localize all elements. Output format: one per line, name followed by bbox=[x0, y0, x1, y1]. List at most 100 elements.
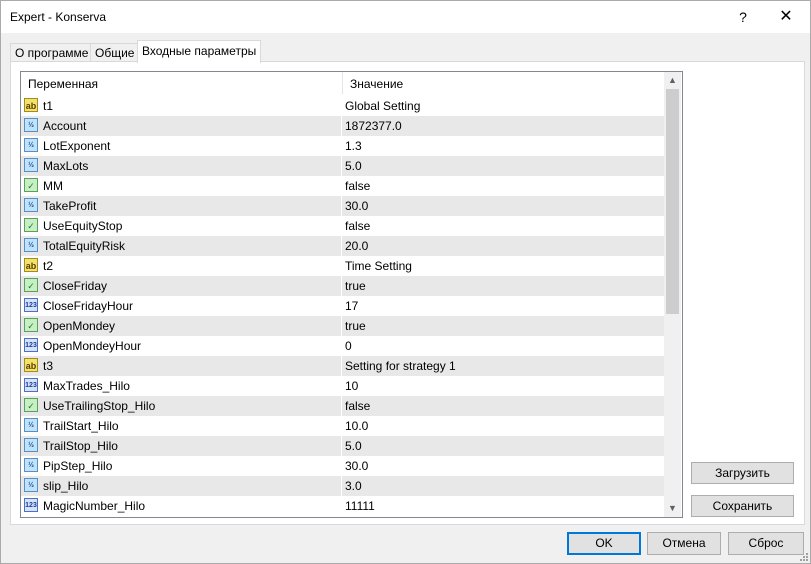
table-row[interactable]: ✓ OpenMondey true bbox=[21, 316, 664, 336]
variable-cell: 123 OpenMondeyHour bbox=[21, 336, 342, 356]
tab-general[interactable]: Общие bbox=[90, 43, 140, 62]
variable-cell: ½ MaxLots bbox=[21, 156, 342, 176]
scroll-thumb[interactable] bbox=[666, 89, 679, 314]
table-row[interactable]: ab t2 Time Setting bbox=[21, 256, 664, 276]
variable-cell: ½ TotalEquityRisk bbox=[21, 236, 342, 256]
value-cell[interactable]: false bbox=[345, 176, 370, 196]
reset-button[interactable]: Сброс bbox=[728, 532, 804, 555]
value-cell[interactable]: Setting for strategy 1 bbox=[345, 356, 456, 376]
scroll-up-arrow-icon[interactable]: ▲ bbox=[664, 72, 681, 89]
cancel-button[interactable]: Отмена bbox=[647, 532, 721, 555]
value-cell[interactable]: 1.3 bbox=[345, 136, 362, 156]
variable-cell: ½ slip_Hilo bbox=[21, 476, 342, 496]
table-row[interactable]: ab t1 Global Setting bbox=[21, 96, 664, 116]
table-row[interactable]: ½ TotalEquityRisk 20.0 bbox=[21, 236, 664, 256]
table-row[interactable]: ½ TrailStop_Hilo 5.0 bbox=[21, 436, 664, 456]
double-type-icon: ½ bbox=[24, 118, 38, 132]
save-button[interactable]: Сохранить bbox=[691, 495, 794, 517]
load-button[interactable]: Загрузить bbox=[691, 462, 794, 484]
value-cell[interactable]: 30.0 bbox=[345, 196, 368, 216]
table-row[interactable]: ✓ UseEquityStop false bbox=[21, 216, 664, 236]
table-row[interactable]: ½ Account 1872377.0 bbox=[21, 116, 664, 136]
value-cell[interactable]: Global Setting bbox=[345, 96, 420, 116]
variable-name: t2 bbox=[43, 259, 54, 273]
table-row[interactable]: ½ LotExponent 1.3 bbox=[21, 136, 664, 156]
value-cell[interactable]: false bbox=[345, 396, 370, 416]
value-cell[interactable]: true bbox=[345, 276, 366, 296]
table-row[interactable]: 123 MaxTrades_Hilo 10 bbox=[21, 376, 664, 396]
variable-name: TotalEquityRisk bbox=[43, 239, 126, 253]
int-type-icon: 123 bbox=[24, 498, 38, 512]
variable-name: UseTrailingStop_Hilo bbox=[43, 399, 156, 413]
string-type-icon: ab bbox=[24, 98, 38, 112]
int-type-icon: 123 bbox=[24, 338, 38, 352]
table-row[interactable]: ½ TakeProfit 30.0 bbox=[21, 196, 664, 216]
double-type-icon: ½ bbox=[24, 138, 38, 152]
variable-name: TakeProfit bbox=[43, 199, 97, 213]
grid-rows: ab t1 Global Setting ½ Account 1872377.0 ½ LotE… bbox=[21, 96, 664, 516]
double-type-icon: ½ bbox=[24, 238, 38, 252]
string-type-icon: ab bbox=[24, 258, 38, 272]
help-button[interactable]: ? bbox=[721, 1, 765, 33]
string-type-icon: ab bbox=[24, 358, 38, 372]
table-row[interactable]: ½ slip_Hilo 3.0 bbox=[21, 476, 664, 496]
value-cell[interactable]: 1872377.0 bbox=[345, 116, 402, 136]
double-type-icon: ½ bbox=[24, 438, 38, 452]
grid-header: Переменная Значение bbox=[21, 72, 664, 94]
value-cell[interactable]: 30.0 bbox=[345, 456, 368, 476]
bool-type-icon: ✓ bbox=[24, 318, 38, 332]
table-row[interactable]: ½ MaxLots 5.0 bbox=[21, 156, 664, 176]
table-row[interactable]: ✓ MM false bbox=[21, 176, 664, 196]
variable-cell: ab t1 bbox=[21, 96, 342, 116]
value-cell[interactable]: 0 bbox=[345, 336, 352, 356]
value-cell[interactable]: false bbox=[345, 216, 370, 236]
variable-cell: ½ LotExponent bbox=[21, 136, 342, 156]
vertical-scrollbar[interactable]: ▲ ▼ bbox=[664, 72, 681, 517]
variable-name: Account bbox=[43, 119, 87, 133]
close-button[interactable]: ✕ bbox=[764, 1, 808, 33]
variable-name: MaxTrades_Hilo bbox=[43, 379, 130, 393]
value-cell[interactable]: 17 bbox=[345, 296, 358, 316]
variable-name: TrailStart_Hilo bbox=[43, 419, 119, 433]
variable-name: t1 bbox=[43, 99, 54, 113]
table-row[interactable]: ab t3 Setting for strategy 1 bbox=[21, 356, 664, 376]
table-row[interactable]: ✓ UseTrailingStop_Hilo false bbox=[21, 396, 664, 416]
resize-grip-icon[interactable] bbox=[800, 553, 808, 561]
variable-cell: ✓ UseEquityStop bbox=[21, 216, 342, 236]
variable-name: LotExponent bbox=[43, 139, 111, 153]
scroll-down-arrow-icon[interactable]: ▼ bbox=[664, 500, 681, 517]
variable-cell: ½ TrailStop_Hilo bbox=[21, 436, 342, 456]
variable-name: OpenMondeyHour bbox=[43, 339, 142, 353]
variable-cell: ½ TrailStart_Hilo bbox=[21, 416, 342, 436]
value-cell[interactable]: 5.0 bbox=[345, 156, 362, 176]
double-type-icon: ½ bbox=[24, 198, 38, 212]
variable-cell: ½ Account bbox=[21, 116, 342, 136]
table-row[interactable]: ½ PipStep_Hilo 30.0 bbox=[21, 456, 664, 476]
value-cell[interactable]: 10.0 bbox=[345, 416, 368, 436]
column-header-value[interactable]: Значение bbox=[343, 72, 670, 94]
tab-inputs[interactable]: Входные параметры bbox=[137, 40, 262, 63]
int-type-icon: 123 bbox=[24, 298, 38, 312]
table-row[interactable]: 123 MagicNumber_Hilo 11111 bbox=[21, 496, 664, 516]
bool-type-icon: ✓ bbox=[24, 278, 38, 292]
value-cell[interactable]: 20.0 bbox=[345, 236, 368, 256]
tab-about[interactable]: О программе bbox=[10, 43, 94, 62]
value-cell[interactable]: 5.0 bbox=[345, 436, 362, 456]
table-row[interactable]: 123 CloseFridayHour 17 bbox=[21, 296, 664, 316]
value-cell[interactable]: true bbox=[345, 316, 366, 336]
variable-cell: ½ PipStep_Hilo bbox=[21, 456, 342, 476]
value-cell[interactable]: 3.0 bbox=[345, 476, 362, 496]
value-cell[interactable]: Time Setting bbox=[345, 256, 412, 276]
variable-cell: 123 MagicNumber_Hilo bbox=[21, 496, 342, 516]
title-bar: Expert - Konserva ? ✕ bbox=[1, 1, 810, 33]
variable-name: TrailStop_Hilo bbox=[43, 439, 118, 453]
column-header-variable[interactable]: Переменная bbox=[21, 72, 343, 94]
variable-cell: ½ TakeProfit bbox=[21, 196, 342, 216]
table-row[interactable]: ½ TrailStart_Hilo 10.0 bbox=[21, 416, 664, 436]
table-row[interactable]: ✓ CloseFriday true bbox=[21, 276, 664, 296]
ok-button[interactable]: OK bbox=[567, 532, 641, 555]
value-cell[interactable]: 11111 bbox=[345, 496, 375, 516]
table-row[interactable]: 123 OpenMondeyHour 0 bbox=[21, 336, 664, 356]
value-cell[interactable]: 10 bbox=[345, 376, 358, 396]
variable-name: slip_Hilo bbox=[43, 479, 89, 493]
